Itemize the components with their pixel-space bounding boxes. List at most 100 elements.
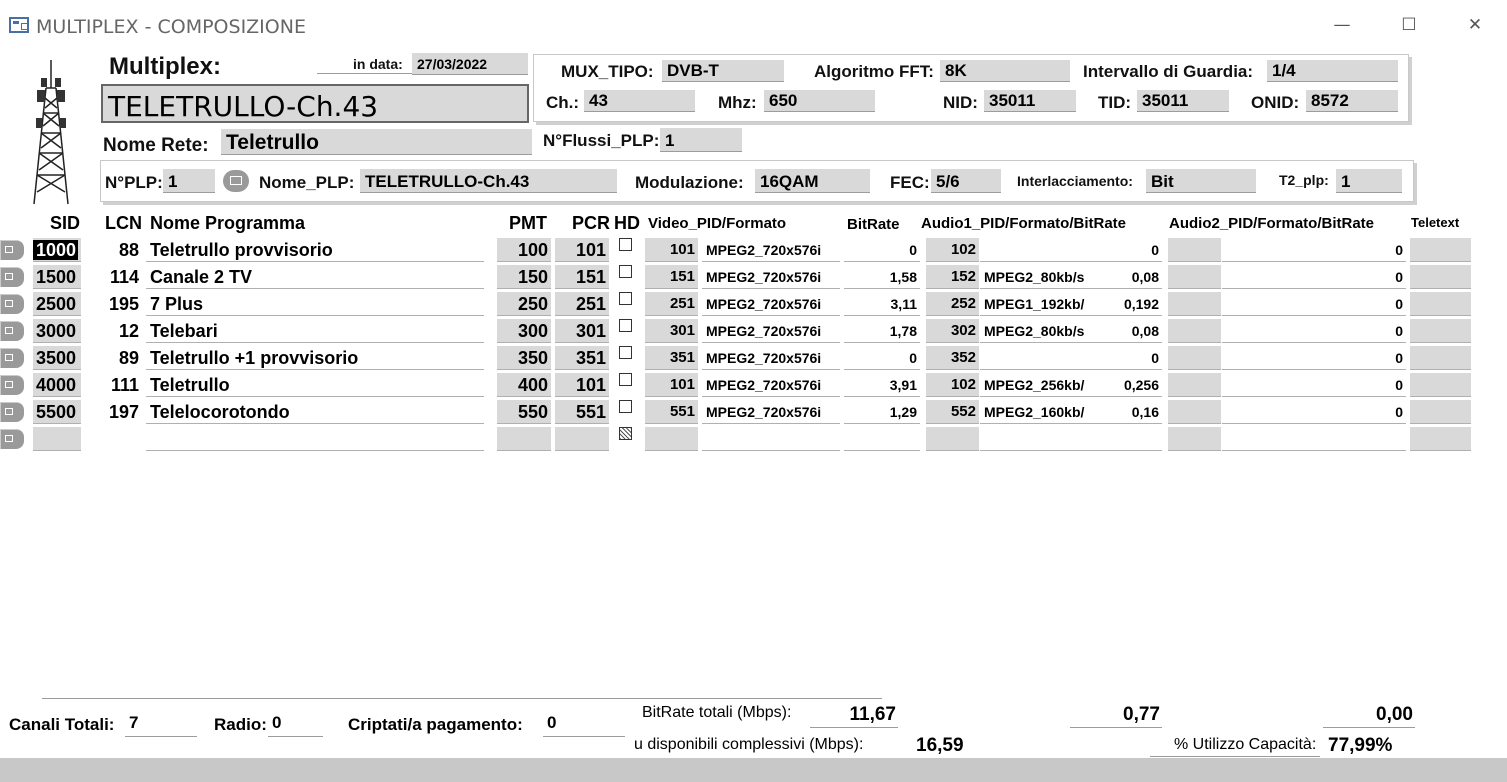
cell-pcr[interactable]: 151: [555, 265, 609, 289]
nflussi-field[interactable]: 1: [660, 128, 742, 152]
nome-rete-field[interactable]: Teletrullo: [221, 129, 532, 155]
record-selector[interactable]: [0, 294, 24, 314]
cell-video-pid[interactable]: 151: [645, 265, 698, 289]
cell-audio1-bitrate[interactable]: 0: [1092, 238, 1162, 262]
mhz-field[interactable]: 650: [764, 90, 875, 112]
hd-checkbox[interactable]: [619, 346, 632, 359]
cell-audio2-bitrate[interactable]: [1222, 427, 1406, 451]
cell-audio2-pid[interactable]: [1168, 319, 1221, 343]
cell-nome[interactable]: Telebari: [146, 319, 484, 343]
record-selector[interactable]: [0, 321, 24, 341]
tid-field[interactable]: 35011: [1137, 90, 1229, 112]
cell-audio1-bitrate[interactable]: 0,16: [1092, 400, 1162, 424]
record-selector[interactable]: [0, 375, 24, 395]
cell-video-bitrate[interactable]: 1,29: [844, 400, 920, 424]
cell-video-pid[interactable]: 251: [645, 292, 698, 316]
record-selector[interactable]: [0, 348, 24, 368]
cell-pcr[interactable]: 301: [555, 319, 609, 343]
cell-video-format[interactable]: MPEG2_720x576i: [702, 400, 840, 424]
cell-audio1-pid[interactable]: 102: [926, 238, 979, 262]
cell-audio1-bitrate[interactable]: 0,08: [1092, 319, 1162, 343]
minimize-button[interactable]: —: [1322, 10, 1362, 40]
cell-video-format[interactable]: MPEG2_720x576i: [702, 238, 840, 262]
ch-field[interactable]: 43: [584, 90, 695, 112]
record-selector[interactable]: [0, 429, 24, 449]
cell-audio1-bitrate[interactable]: 0,08: [1092, 265, 1162, 289]
cell-nome[interactable]: Teletrullo: [146, 373, 484, 397]
nid-field[interactable]: 35011: [984, 90, 1076, 112]
cell-audio1-format[interactable]: [980, 238, 1092, 262]
cell-lcn[interactable]: 111: [85, 373, 142, 397]
cell-pmt[interactable]: [497, 427, 551, 451]
hd-checkbox[interactable]: [619, 427, 632, 440]
cell-sid[interactable]: 2500: [33, 292, 81, 316]
cell-pmt[interactable]: 350: [497, 346, 551, 370]
cell-video-format[interactable]: MPEG2_720x576i: [702, 319, 840, 343]
cell-audio1-format[interactable]: MPEG2_80kb/s: [980, 265, 1092, 289]
cell-video-bitrate[interactable]: 1,58: [844, 265, 920, 289]
cell-audio2-pid[interactable]: [1168, 427, 1221, 451]
cell-audio2-pid[interactable]: [1168, 238, 1221, 262]
cell-video-pid[interactable]: 101: [645, 373, 698, 397]
cell-lcn[interactable]: 197: [85, 400, 142, 424]
cell-audio2-pid[interactable]: [1168, 265, 1221, 289]
hd-checkbox[interactable]: [619, 238, 632, 251]
cell-audio2-bitrate[interactable]: 0: [1222, 292, 1406, 316]
cell-video-format[interactable]: MPEG2_720x576i: [702, 265, 840, 289]
cell-audio2-pid[interactable]: [1168, 292, 1221, 316]
cell-video-format[interactable]: MPEG2_720x576i: [702, 292, 840, 316]
cell-nome[interactable]: Teletrullo provvisorio: [146, 238, 484, 262]
mux-tipo-field[interactable]: DVB-T: [662, 60, 784, 82]
cell-audio2-bitrate[interactable]: 0: [1222, 346, 1406, 370]
cell-audio1-pid[interactable]: 252: [926, 292, 979, 316]
cell-video-pid[interactable]: 301: [645, 319, 698, 343]
cell-nome[interactable]: Teletrullo +1 provvisorio: [146, 346, 484, 370]
cell-audio1-pid[interactable]: 352: [926, 346, 979, 370]
cell-sid[interactable]: 1500: [33, 265, 81, 289]
cell-audio1-pid[interactable]: 552: [926, 400, 979, 424]
cell-nome[interactable]: 7 Plus: [146, 292, 484, 316]
cell-audio1-bitrate[interactable]: 0: [1092, 346, 1162, 370]
onid-field[interactable]: 8572: [1306, 90, 1398, 112]
cell-video-bitrate[interactable]: [844, 427, 920, 451]
cell-audio1-format[interactable]: [980, 427, 1092, 451]
cell-audio1-format[interactable]: [980, 346, 1092, 370]
cell-pmt[interactable]: 150: [497, 265, 551, 289]
cell-audio2-pid[interactable]: [1168, 373, 1221, 397]
close-button[interactable]: ✕: [1455, 10, 1495, 40]
cell-video-bitrate[interactable]: 0: [844, 238, 920, 262]
cell-audio2-bitrate[interactable]: 0: [1222, 319, 1406, 343]
cell-lcn[interactable]: [85, 427, 142, 451]
cell-audio1-format[interactable]: MPEG2_80kb/s: [980, 319, 1092, 343]
cell-nome[interactable]: Canale 2 TV: [146, 265, 484, 289]
cell-pcr[interactable]: 351: [555, 346, 609, 370]
in-data-field[interactable]: 27/03/2022: [412, 53, 528, 75]
cell-teletext[interactable]: [1410, 346, 1471, 370]
cell-pcr[interactable]: 251: [555, 292, 609, 316]
cell-video-pid[interactable]: [645, 427, 698, 451]
cell-pcr[interactable]: 551: [555, 400, 609, 424]
cell-nome[interactable]: Telelocorotondo: [146, 400, 484, 424]
cell-teletext[interactable]: [1410, 373, 1471, 397]
interlacciamento-field[interactable]: Bit: [1146, 169, 1256, 193]
hd-checkbox[interactable]: [619, 373, 632, 386]
cell-nome[interactable]: [146, 427, 484, 451]
cell-audio1-pid[interactable]: 302: [926, 319, 979, 343]
cell-video-format[interactable]: [702, 427, 840, 451]
record-selector[interactable]: [0, 267, 24, 287]
cell-teletext[interactable]: [1410, 427, 1471, 451]
cell-audio1-pid[interactable]: 152: [926, 265, 979, 289]
t2plp-field[interactable]: 1: [1336, 169, 1402, 193]
cell-audio2-bitrate[interactable]: 0: [1222, 265, 1406, 289]
cell-audio1-format[interactable]: MPEG2_256kb/: [980, 373, 1092, 397]
nplp-field[interactable]: 1: [163, 169, 215, 193]
cell-lcn[interactable]: 88: [85, 238, 142, 262]
cell-pmt[interactable]: 300: [497, 319, 551, 343]
hd-checkbox[interactable]: [619, 265, 632, 278]
nome-plp-field[interactable]: TELETRULLO-Ch.43: [360, 169, 617, 193]
cell-sid[interactable]: [33, 427, 81, 451]
cell-video-pid[interactable]: 101: [645, 238, 698, 262]
fec-field[interactable]: 5/6: [931, 169, 1001, 193]
cell-lcn[interactable]: 12: [85, 319, 142, 343]
cell-audio1-format[interactable]: MPEG1_192kb/: [980, 292, 1092, 316]
